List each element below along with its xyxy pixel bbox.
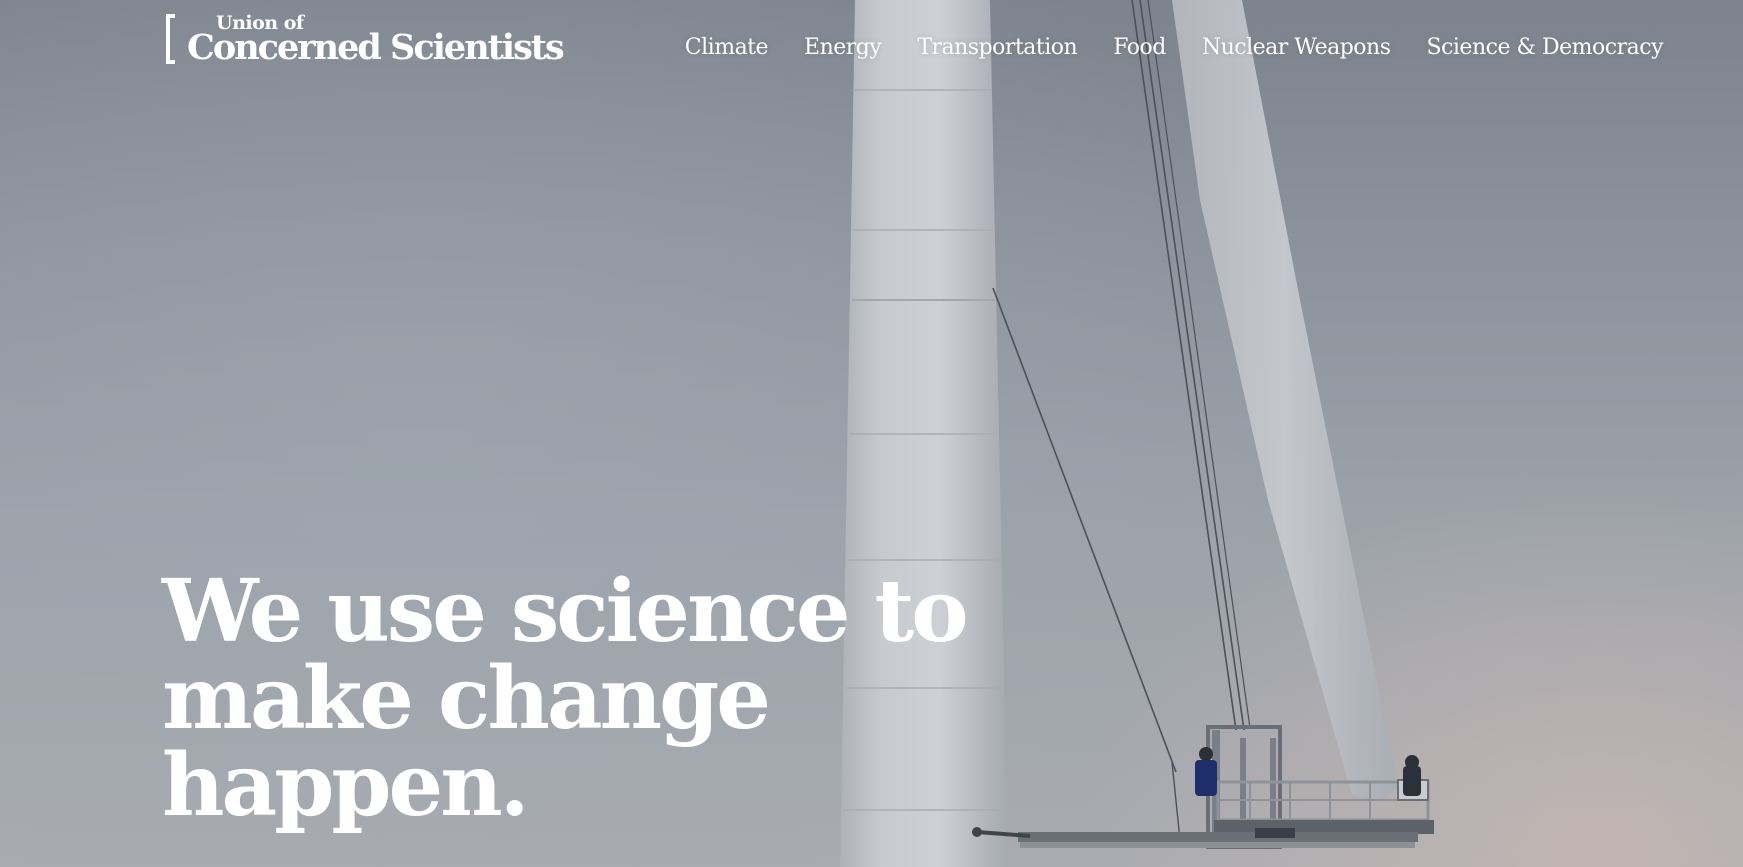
hero-section: Union of Concerned Scientists Climate En… bbox=[0, 0, 1743, 867]
turbine-blade bbox=[1172, 0, 1398, 800]
nav-item-transportation[interactable]: Transportation bbox=[917, 32, 1077, 64]
hero-headline-line-3: happen. bbox=[162, 735, 530, 836]
nav-item-climate[interactable]: Climate bbox=[685, 32, 769, 64]
hero-headline: We use science to make change happen. bbox=[162, 568, 1062, 829]
hero-headline-line-2: make change bbox=[162, 648, 771, 749]
site-logo[interactable]: Union of Concerned Scientists bbox=[166, 12, 566, 72]
hero-headline-line-1: We use science to bbox=[162, 561, 969, 662]
nav-item-food[interactable]: Food bbox=[1113, 32, 1166, 64]
nav-item-science-democracy[interactable]: Science & Democracy bbox=[1427, 32, 1664, 64]
nav-item-nuclear-weapons[interactable]: Nuclear Weapons bbox=[1202, 32, 1391, 64]
nav-item-energy[interactable]: Energy bbox=[804, 32, 882, 64]
logo-bracket-mark bbox=[166, 14, 175, 64]
logo-text-main: Concerned Scientists bbox=[187, 27, 565, 68]
site-header: Union of Concerned Scientists Climate En… bbox=[0, 0, 1743, 90]
main-nav-list: Climate Energy Transportation Food Nucle… bbox=[649, 32, 1664, 64]
